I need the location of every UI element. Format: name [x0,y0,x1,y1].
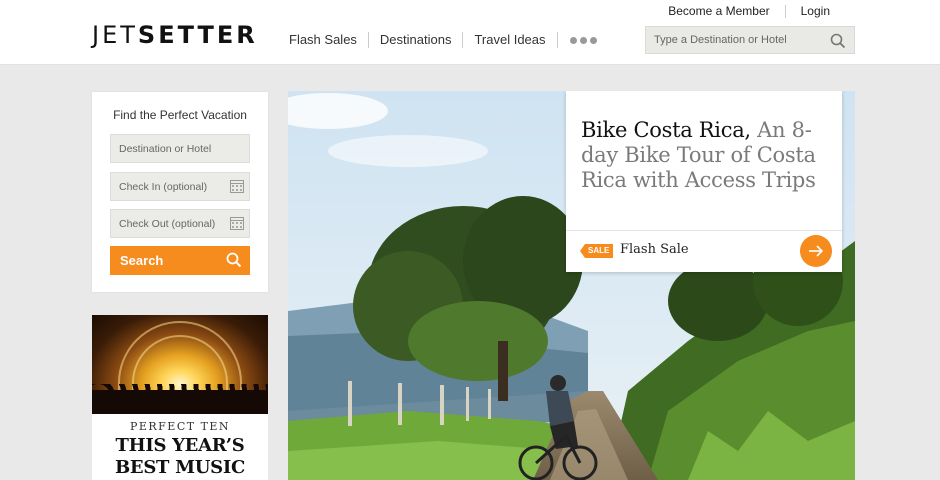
become-member-link[interactable]: Become a Member [653,4,784,18]
calendar-icon[interactable] [230,180,244,193]
promo-title: THIS YEAR’S BEST MUSIC FESTS [115,435,245,480]
search-icon [226,252,242,268]
vacation-search-panel: Find the Perfect Vacation Search [92,92,268,292]
concert-image [92,315,268,414]
site-header: JETSETTER Flash Sales Destinations Trave… [0,0,940,65]
destination-input[interactable] [111,135,223,162]
checkout-input[interactable] [111,210,223,237]
feature-title: Bike Costa Rica, An 8-day Bike Tour of C… [581,118,831,193]
panel-title: Find the Perfect Vacation [113,108,247,122]
search-button[interactable]: Search [110,246,250,275]
search-button-label: Search [120,253,164,268]
account-links: Become a Member Login [653,4,845,18]
feature-card[interactable]: Bike Costa Rica, An 8-day Bike Tour of C… [566,91,842,272]
checkout-field [110,209,250,238]
nav-destinations[interactable]: Destinations [369,32,464,48]
header-search [645,26,855,54]
header-search-input[interactable] [646,27,826,53]
ellipsis-icon[interactable] [569,36,597,44]
nav-travel-ideas[interactable]: Travel Ideas [463,32,558,48]
login-link[interactable]: Login [786,4,845,18]
hero-banner[interactable]: Bike Costa Rica, An 8-day Bike Tour of C… [288,91,855,480]
promo-kicker: PERFECT TEN [129,420,231,433]
divider [566,230,842,231]
calendar-icon[interactable] [230,217,244,230]
search-icon[interactable] [830,33,846,49]
feature-title-strong: Bike Costa Rica, [581,118,751,142]
jetsetter-logo[interactable]: JETSETTER [92,21,258,49]
nav-flash-sales[interactable]: Flash Sales [278,32,369,48]
checkin-field [110,172,250,201]
main-nav: Flash Sales Destinations Travel Ideas [278,31,597,49]
crowd-silhouette [92,390,268,414]
music-fests-promo[interactable]: PERFECT TEN THIS YEAR’S BEST MUSIC FESTS [92,315,268,480]
arrow-right-button[interactable] [800,235,832,267]
destination-field [110,134,250,163]
checkin-input[interactable] [111,173,223,200]
sale-badge: SALE [580,244,614,258]
flash-sale-label: Flash Sale [620,242,689,257]
arrow-right-icon [809,245,824,257]
